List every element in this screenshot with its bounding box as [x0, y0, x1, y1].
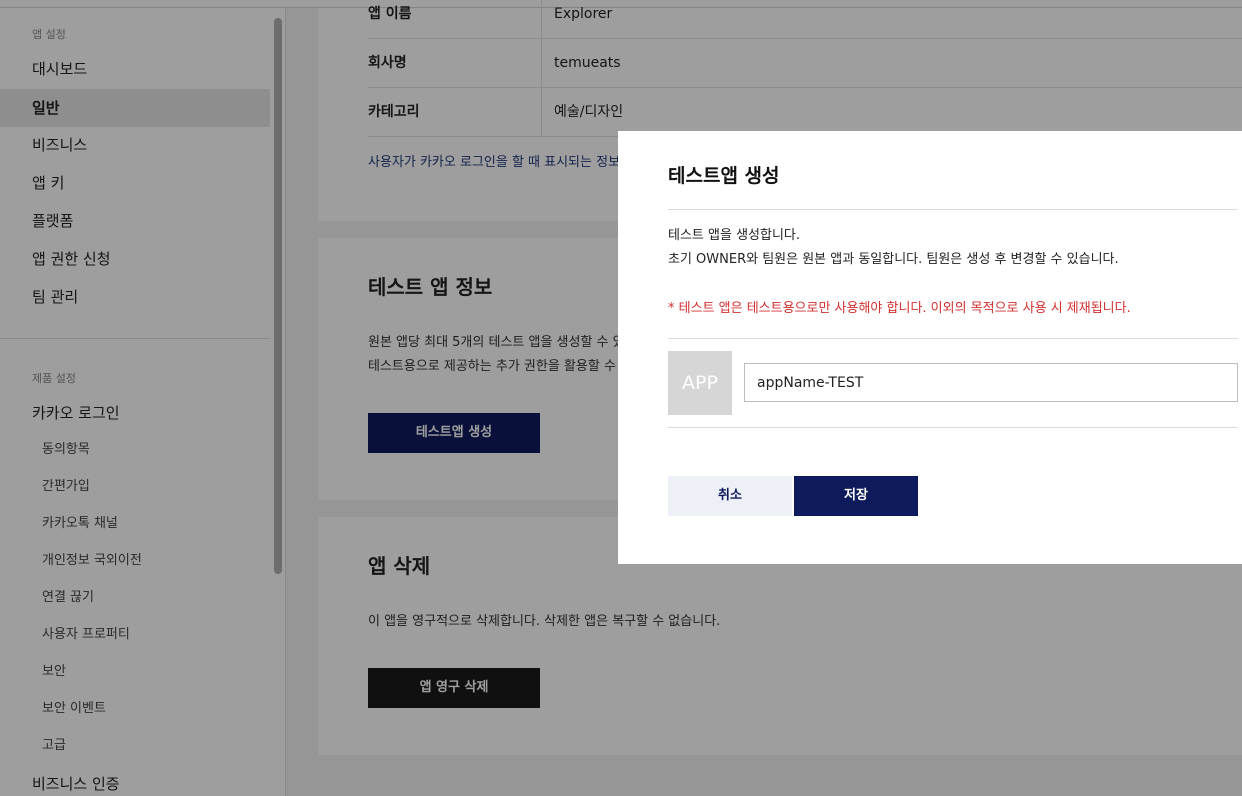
modal-divider: [668, 209, 1238, 210]
modal-title: 테스트앱 생성: [668, 165, 780, 187]
app-thumbnail[interactable]: APP: [668, 351, 732, 415]
cancel-button[interactable]: 취소: [668, 476, 792, 516]
app-name-input[interactable]: [744, 363, 1238, 402]
modal-warning: * 테스트 앱은 테스트용으로만 사용해야 합니다. 이외의 목적으로 사용 시…: [668, 301, 1131, 316]
save-button[interactable]: 저장: [794, 476, 918, 516]
modal-desc-line2: 초기 OWNER와 팀원은 원본 앱과 동일합니다. 팀원은 생성 후 변경할 …: [668, 252, 1119, 267]
modal-divider: [668, 338, 1238, 339]
modal-desc-line1: 테스트 앱을 생성합니다.: [668, 228, 800, 243]
create-test-app-modal: 테스트앱 생성 테스트 앱을 생성합니다. 초기 OWNER와 팀원은 원본 앱…: [618, 131, 1242, 564]
modal-divider: [668, 427, 1238, 428]
modal-description: 테스트 앱을 생성합니다. 초기 OWNER와 팀원은 원본 앱과 동일합니다.…: [668, 224, 1119, 272]
